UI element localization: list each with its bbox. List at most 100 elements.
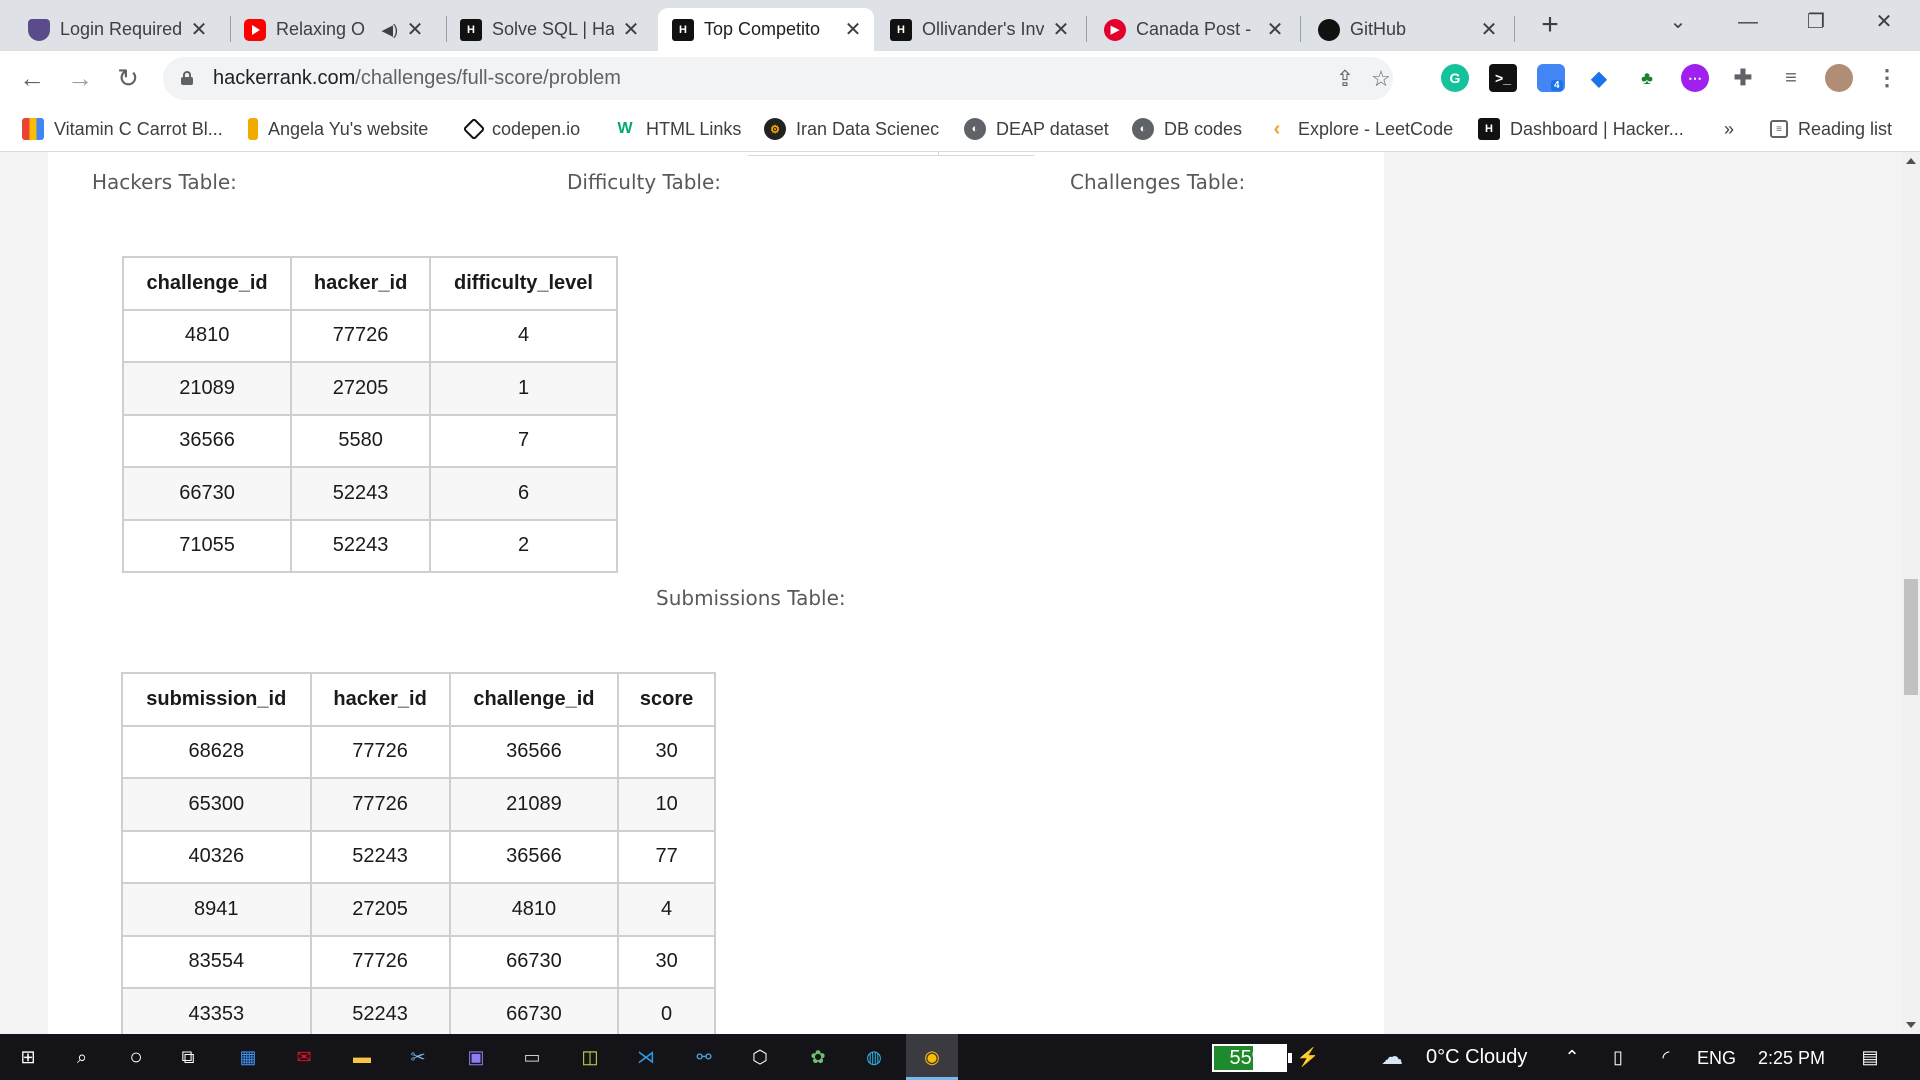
scroll-down-arrow[interactable] [1906, 1022, 1916, 1028]
table-cell: 36566 [448, 724, 620, 779]
share-icon[interactable]: ⇪ [1331, 65, 1359, 93]
table-cell: 2 [429, 518, 618, 573]
back-button[interactable]: ← [16, 63, 48, 95]
column-header: submission_id [121, 672, 312, 727]
reading-list-label: Reading list [1798, 118, 1893, 139]
wifi-icon[interactable]: ◜ [1652, 1043, 1680, 1071]
tab-relaxing[interactable]: Relaxing O ◀) ✕ [230, 8, 436, 51]
bookmark-html-links[interactable]: W HTML Links [614, 114, 741, 144]
table-cell: 4810 [121, 308, 293, 363]
avatar[interactable] [1825, 64, 1853, 92]
submissions-table-label: Submissions Table: [656, 586, 846, 610]
tab-separator [1086, 16, 1087, 42]
tab-ollivanders[interactable]: H Ollivander's Inv ✕ [876, 8, 1082, 51]
tab-login-required[interactable]: Login Required ✕ [14, 8, 220, 51]
bookmark-vitamin-c[interactable]: Vitamin C Carrot Bl... [22, 114, 223, 144]
puzzle-icon[interactable]: ✚ [1729, 64, 1757, 92]
notification-icon[interactable]: ▤ [1856, 1043, 1884, 1071]
weather-text[interactable]: 0°C Cloudy [1426, 1046, 1527, 1069]
chatgpt-icon[interactable]: ✿ [804, 1043, 832, 1071]
mail-app-icon[interactable]: ✉ [290, 1043, 318, 1071]
scrollbar-thumb[interactable] [1904, 579, 1918, 695]
close-icon[interactable]: ✕ [620, 17, 642, 42]
close-icon[interactable]: ✕ [188, 17, 210, 42]
close-icon[interactable]: ✕ [842, 17, 864, 42]
tab-label: Relaxing O [276, 19, 366, 39]
extension-purple-icon[interactable]: ⋯ [1681, 64, 1709, 92]
gear-logo-icon: ⚙ [764, 118, 786, 140]
bookmarks-overflow-button[interactable]: » [1724, 114, 1734, 144]
table-row: 83554 77726 66730 30 [121, 934, 716, 989]
table-cell: 27205 [290, 361, 431, 416]
tab-canada-post[interactable]: ▶ Canada Post - ✕ [1090, 8, 1296, 51]
windows-start-icon[interactable]: ⊞ [14, 1043, 42, 1071]
scroll-up-arrow[interactable] [1906, 158, 1916, 164]
new-tab-button[interactable]: + [1534, 10, 1566, 42]
meet-now-icon[interactable]: ▯ [1604, 1043, 1632, 1071]
bookmarks-bar: Vitamin C Carrot Bl... Angela Yu's websi… [0, 106, 1920, 152]
vscode-app-icon[interactable]: ⋊ [632, 1043, 660, 1071]
network-app-icon[interactable]: ⚯ [690, 1043, 718, 1071]
bookmark-codepen[interactable]: codepen.io [462, 114, 580, 144]
bookmark-label: Vitamin C Carrot Bl... [54, 118, 223, 139]
restore-button[interactable]: ❐ [1794, 6, 1838, 38]
html-tree-icon[interactable]: ♣ [1633, 64, 1661, 92]
chrome-icon[interactable]: ◉ [918, 1043, 946, 1071]
star-icon[interactable]: ☆ [1367, 65, 1395, 93]
tab-top-competitors[interactable]: H Top Competito ✕ [658, 8, 874, 51]
close-icon[interactable]: ✕ [404, 17, 426, 42]
bookmark-dashboard-hackerrank[interactable]: H Dashboard | Hacker... [1478, 114, 1684, 144]
tab-github[interactable]: GitHub ✕ [1304, 8, 1510, 51]
calendar-app-icon[interactable]: ▦ [234, 1043, 262, 1071]
battery-indicator[interactable]: 55% [1212, 1044, 1292, 1072]
table-cell: 4 [429, 308, 618, 363]
close-icon[interactable]: ✕ [1050, 17, 1072, 42]
close-window-button[interactable]: ✕ [1862, 6, 1906, 38]
bookmark-leetcode[interactable]: ‹ Explore - LeetCode [1266, 114, 1453, 144]
terminal-app-icon[interactable]: ▭ [518, 1043, 546, 1071]
minimize-button[interactable]: — [1726, 6, 1770, 38]
teams-app-icon[interactable]: ▣ [462, 1043, 490, 1071]
close-icon[interactable]: ✕ [1264, 17, 1286, 42]
lock-icon[interactable] [181, 71, 193, 85]
tab-search-icon[interactable]: ⌄ [1656, 6, 1700, 38]
translate-icon[interactable]: 4 [1537, 64, 1565, 92]
clock[interactable]: 2:25 PM [1758, 1048, 1825, 1069]
graduation-cap-icon[interactable]: ◆ [1585, 64, 1613, 92]
search-icon[interactable]: ⌕ [68, 1043, 96, 1071]
vertical-scrollbar[interactable] [1902, 152, 1920, 1034]
media-control-icon[interactable]: ≡ [1777, 64, 1805, 92]
bookmark-db-codes[interactable]: ◐ DB codes [1132, 114, 1242, 144]
terminal-icon[interactable]: >_ [1489, 64, 1517, 92]
reading-list-button[interactable]: ≡ Reading list [1770, 114, 1892, 144]
bookmark-iran-data[interactable]: ⚙ Iran Data Scienec [764, 114, 939, 144]
reload-button[interactable]: ↻ [112, 63, 144, 95]
chevron-up-icon[interactable]: ⌃ [1558, 1043, 1586, 1071]
3d-viewer-icon[interactable]: ⬡ [746, 1043, 774, 1071]
speaker-icon[interactable]: ◀) [381, 21, 398, 39]
bookmark-angela-yu[interactable]: Angela Yu's website [248, 114, 428, 144]
file-explorer-icon[interactable]: ▬ [348, 1043, 376, 1071]
codeblocks-app-icon[interactable]: ◫ [576, 1043, 604, 1071]
cloud-icon[interactable]: ☁ [1378, 1043, 1406, 1071]
grammarly-icon[interactable]: G [1441, 64, 1469, 92]
edge-icon[interactable]: ◍ [860, 1043, 888, 1071]
column-header: hacker_id [290, 256, 431, 311]
table-cell: 77726 [309, 934, 451, 989]
table-cell: 30 [617, 934, 716, 989]
table-row: 21089 27205 1 [121, 361, 618, 416]
task-view-icon[interactable]: ⧉ [174, 1043, 202, 1071]
hackerrank-icon: H [460, 18, 482, 41]
tab-solve-sql[interactable]: H Solve SQL | Ha ✕ [446, 8, 652, 51]
cortana-icon[interactable]: ○ [122, 1043, 150, 1071]
menu-icon[interactable]: ⋮ [1873, 64, 1901, 92]
url-text[interactable]: hackerrank.com/challenges/full-score/pro… [213, 67, 621, 90]
close-icon[interactable]: ✕ [1478, 17, 1500, 42]
bookmark-deap[interactable]: ◐ DEAP dataset [964, 114, 1109, 144]
snip-app-icon[interactable]: ✂ [404, 1043, 432, 1071]
hackerrank-icon: H [890, 18, 912, 41]
forward-button[interactable]: → [64, 63, 96, 95]
address-bar[interactable]: hackerrank.com/challenges/full-score/pro… [163, 57, 1393, 100]
language-indicator[interactable]: ENG [1697, 1048, 1736, 1069]
table-cell: 52243 [290, 518, 431, 573]
